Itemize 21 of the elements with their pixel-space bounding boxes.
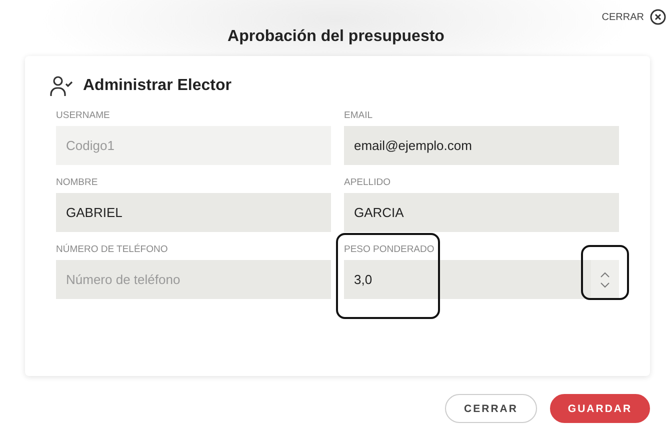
user-check-icon — [49, 75, 73, 97]
number-field[interactable]: 3,0 — [344, 260, 619, 299]
close-link[interactable]: CERRAR — [602, 6, 666, 28]
close-button[interactable]: CERRAR — [445, 394, 537, 423]
field-label: EMAIL — [344, 109, 374, 122]
input-field[interactable]: GARCIA — [344, 193, 619, 232]
input-field[interactable]: Número de teléfono — [56, 260, 331, 299]
save-button[interactable]: GUARDAR — [550, 394, 650, 423]
field-label: PESO PONDERADO — [344, 243, 436, 256]
field-label: USERNAME — [56, 109, 111, 122]
field-label: NÚMERO DE TELÉFONO — [56, 243, 169, 256]
input-field[interactable]: email@ejemplo.com — [344, 126, 619, 165]
highlight-outline — [581, 245, 629, 300]
up-chevron-icon — [600, 272, 610, 278]
input-field[interactable]: GABRIEL — [56, 193, 331, 232]
field-label: NOMBRE — [56, 176, 99, 189]
dialog-title: Aprobación del presupuesto — [226, 28, 446, 47]
close-icon — [650, 9, 666, 25]
down-chevron-icon — [600, 282, 610, 288]
field-label: APELLIDO — [344, 176, 392, 189]
section-heading: Administrar Elector — [83, 77, 232, 95]
